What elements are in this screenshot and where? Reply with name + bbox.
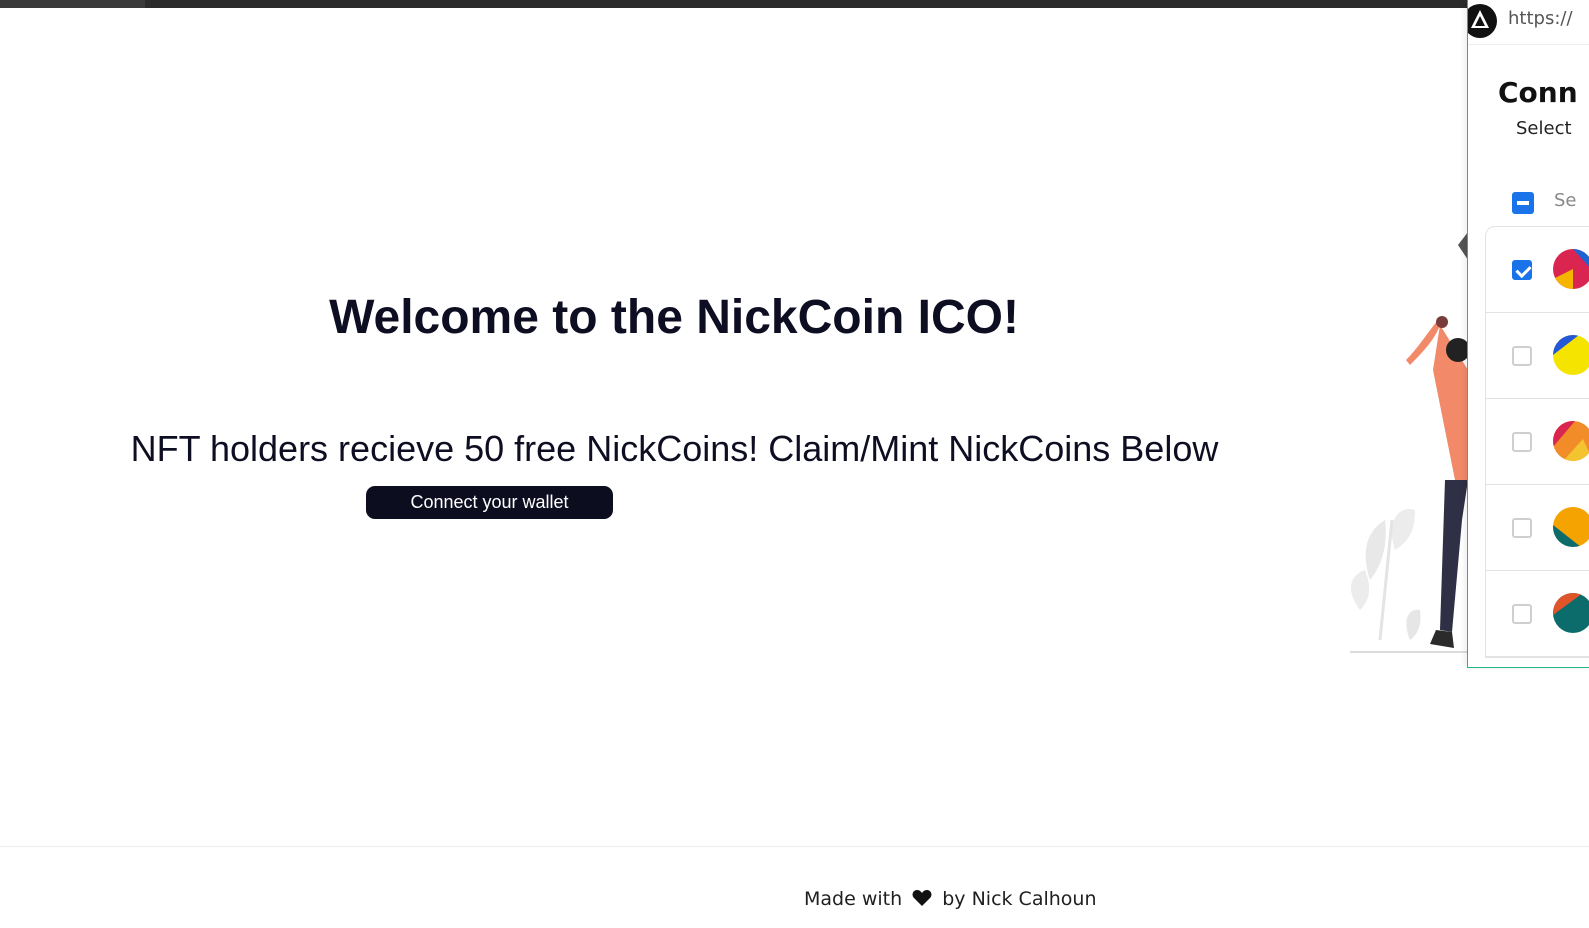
wallet-logo-icon (1468, 4, 1497, 38)
account-avatar (1553, 249, 1589, 289)
account-checkbox[interactable] (1512, 346, 1532, 366)
account-checkbox[interactable] (1512, 518, 1532, 538)
wallet-connect-popup[interactable]: https:// Conn Select Se (1467, 0, 1589, 668)
popup-address-bar: https:// (1468, 0, 1589, 45)
footer-divider (0, 846, 1589, 847)
account-avatar (1553, 593, 1589, 633)
popup-title: Conn (1498, 76, 1578, 109)
account-row[interactable] (1486, 571, 1589, 657)
account-checkbox[interactable] (1512, 432, 1532, 452)
page-subtitle: NFT holders recieve 50 free NickCoins! C… (130, 428, 1219, 469)
account-avatar (1553, 335, 1589, 375)
account-list (1485, 226, 1589, 658)
footer-suffix: by Nick Calhoun (942, 888, 1097, 910)
popup-select-text: Select (1516, 118, 1572, 139)
account-row[interactable] (1486, 313, 1589, 399)
account-checkbox[interactable] (1512, 604, 1532, 624)
account-checkbox[interactable] (1512, 260, 1532, 280)
select-all-checkbox[interactable] (1512, 192, 1534, 214)
heart-icon (912, 890, 932, 906)
page-title: Welcome to the NickCoin ICO! (329, 291, 1019, 344)
account-row[interactable] (1486, 227, 1589, 313)
account-row[interactable] (1486, 399, 1589, 485)
popup-url: https:// (1508, 8, 1573, 29)
connect-wallet-button[interactable]: Connect your wallet (366, 486, 613, 519)
account-avatar (1553, 507, 1589, 547)
browser-top-bar (0, 0, 1589, 8)
footer-prefix: Made with (804, 888, 903, 910)
select-all-label: Se (1554, 190, 1577, 211)
account-avatar (1553, 421, 1589, 461)
active-tab-indicator (0, 0, 145, 8)
celebrating-person-illustration (1350, 232, 1470, 653)
account-row[interactable] (1486, 485, 1589, 571)
